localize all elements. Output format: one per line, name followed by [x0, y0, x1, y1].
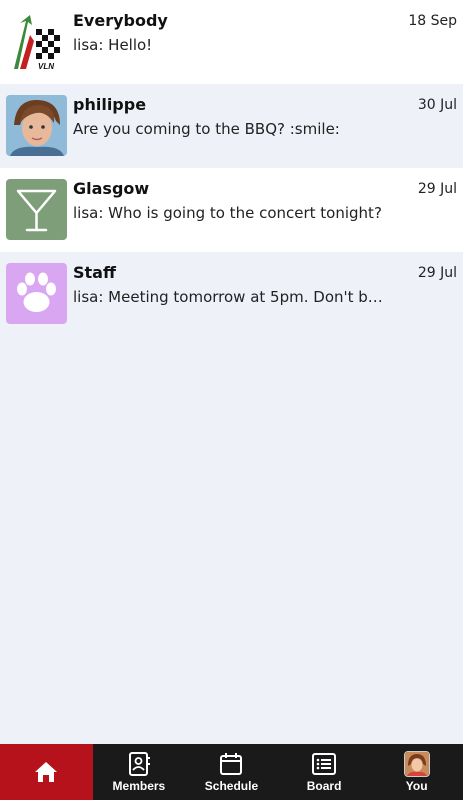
conversation-preview: Are you coming to the BBQ? :smile:	[73, 120, 340, 138]
nav-you-label: You	[405, 779, 428, 793]
vln-logo-avatar: VLN	[6, 11, 67, 72]
home-icon	[35, 762, 58, 782]
nav-you[interactable]: You	[370, 744, 463, 800]
contacts-icon	[128, 752, 150, 776]
conversation-row-everybody[interactable]: VLN Everybody 18 Sep lisa: Hello!	[0, 0, 463, 84]
person-photo-avatar	[6, 95, 67, 156]
calendar-icon	[220, 753, 243, 775]
conversation-preview: lisa: Hello!	[73, 36, 153, 54]
nav-schedule[interactable]: Schedule	[185, 744, 278, 800]
conversation-name: Glasgow	[73, 179, 150, 198]
conversation-date: 29 Jul	[417, 181, 457, 197]
conversation-date: 30 Jul	[417, 97, 457, 113]
bottom-nav: Members Schedule Board You	[0, 744, 463, 800]
user-avatar	[403, 751, 430, 777]
paw-icon	[6, 263, 67, 324]
svg-text:VLN: VLN	[38, 62, 54, 71]
nav-home[interactable]	[0, 744, 93, 800]
conversation-date: 29 Jul	[417, 265, 457, 281]
conversation-name: Staff	[73, 263, 116, 282]
conversation-preview: lisa: Who is going to the concert tonigh…	[73, 204, 382, 222]
board-icon	[312, 753, 337, 775]
conversation-name: Everybody	[73, 11, 168, 30]
conversation-row-glasgow[interactable]: Glasgow 29 Jul lisa: Who is going to the…	[0, 168, 463, 252]
conversation-row-philippe[interactable]: philippe 30 Jul Are you coming to the BB…	[0, 84, 463, 168]
nav-board[interactable]: Board	[278, 744, 371, 800]
cocktail-icon	[6, 179, 67, 240]
conversation-date: 18 Sep	[408, 13, 457, 29]
conversation-name: philippe	[73, 95, 147, 114]
nav-board-label: Board	[306, 779, 342, 793]
conversation-list: VLN Everybody 18 Sep lisa: Hello! philip…	[0, 0, 463, 336]
nav-members-label: Members	[112, 779, 166, 793]
nav-members[interactable]: Members	[93, 744, 186, 800]
conversation-preview: lisa: Meeting tomorrow at 5pm. Don't b…	[73, 288, 383, 306]
conversation-row-staff[interactable]: Staff 29 Jul lisa: Meeting tomorrow at 5…	[0, 252, 463, 336]
nav-schedule-label: Schedule	[204, 779, 259, 793]
